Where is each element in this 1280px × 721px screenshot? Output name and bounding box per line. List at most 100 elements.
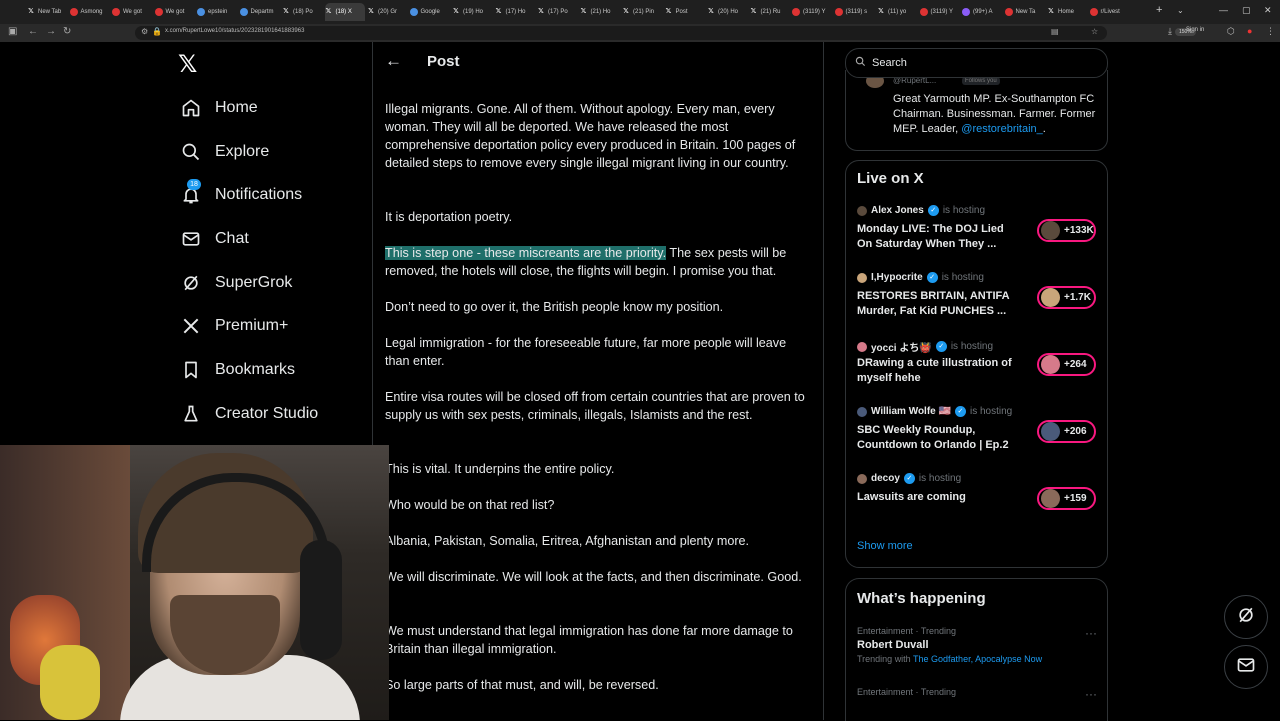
bio-link[interactable]: @restorebritain_ <box>961 123 1042 135</box>
bookmark-star-icon[interactable]: ☆ <box>1091 27 1098 36</box>
browser-tab[interactable]: 𝕏 (21) Ho <box>580 3 621 21</box>
tab-favicon-icon: 𝕏 <box>665 8 672 15</box>
profile-icon[interactable]: ● <box>1247 26 1252 36</box>
search-placeholder: Search <box>872 57 907 69</box>
avatar[interactable] <box>857 473 867 484</box>
browser-tab[interactable]: 𝕏 (18) X <box>324 3 365 21</box>
tab-favicon-icon <box>1004 8 1013 16</box>
screenshot-icon[interactable]: ▤ <box>1051 27 1059 36</box>
search-icon <box>855 56 866 70</box>
live-viewer-pill[interactable]: +206 <box>1037 420 1096 443</box>
viewer-count: +1.7K <box>1064 292 1091 303</box>
url-text[interactable]: x.com/RupertLowe10/status/20232819016418… <box>165 28 304 34</box>
search-icon <box>178 139 204 165</box>
nav-item-premium[interactable]: Premium+ <box>178 311 288 341</box>
extensions-icon[interactable]: ⬡ <box>1227 26 1235 37</box>
show-more-link[interactable]: Show more <box>857 540 913 552</box>
browser-tab[interactable]: Asmong <box>69 3 111 21</box>
browser-tab[interactable]: We got <box>112 3 153 21</box>
avatar[interactable] <box>857 205 867 216</box>
sign-in-button[interactable]: Sign in <box>1186 27 1204 33</box>
live-viewer-pill[interactable]: +133K <box>1037 219 1096 242</box>
back-nav-icon[interactable]: ← <box>28 26 38 37</box>
trend-with-links[interactable]: The Godfather, Apocalypse Now <box>913 654 1042 664</box>
browser-tab[interactable]: 𝕏 (21) Pin <box>622 3 663 21</box>
browser-tab[interactable]: r/Livest <box>1089 3 1131 21</box>
nav-item-notifications[interactable]: 18 Notifications <box>178 179 302 210</box>
more-dots-icon[interactable]: ··· <box>1085 626 1097 640</box>
browser-tab[interactable]: 𝕏 (18) Po <box>282 3 323 21</box>
browser-tab[interactable]: Departm <box>239 3 281 21</box>
browser-tab[interactable]: (3119) Y <box>792 3 833 21</box>
address-bar[interactable]: ⚙ 🔒 x.com/RupertLowe10/status/2023281901… <box>135 26 1196 40</box>
close-window-button[interactable]: ✕ <box>1264 5 1272 16</box>
nav-item-bookmarks[interactable]: Bookmarks <box>178 355 295 385</box>
live-item[interactable]: I,Hypocrite ✓ is hosting RESTORES BRITAIN, … <box>857 272 1097 332</box>
browser-tab[interactable]: epstein <box>197 3 238 21</box>
host-name[interactable]: Alex Jones <box>871 205 924 216</box>
nav-item-chat[interactable]: Chat <box>178 224 249 254</box>
host-name[interactable]: yocci よち👹 <box>871 339 932 354</box>
browser-tab[interactable]: (3119) s <box>834 3 876 21</box>
viewer-count: +206 <box>1064 426 1087 437</box>
site-info-icon[interactable]: ⚙ <box>141 27 148 36</box>
avatar[interactable] <box>857 272 867 283</box>
grok-fab-button[interactable] <box>1224 595 1268 639</box>
live-viewer-pill[interactable]: +264 <box>1037 353 1096 376</box>
browser-tab[interactable]: (3119) Y <box>919 3 961 21</box>
browser-tab[interactable]: 𝕏 (11) yo <box>877 3 918 21</box>
avatar[interactable] <box>857 341 867 352</box>
nav-item-home[interactable]: Home <box>178 93 258 123</box>
tab-list-dropdown-icon[interactable]: ⌄ <box>1177 6 1184 15</box>
browser-tab[interactable]: New Ta <box>1004 3 1046 21</box>
sidebar-toggle-icon[interactable]: ▣ <box>8 26 17 37</box>
nav-label-chat: Chat <box>215 230 249 247</box>
lock-icon: 🔒 <box>152 27 162 36</box>
verified-badge-icon: ✓ <box>935 341 947 352</box>
menu-dots-icon[interactable]: ⋮ <box>1266 26 1275 37</box>
downloads-icon[interactable]: ⤓ <box>1168 26 1172 37</box>
trend-item[interactable]: Entertainment · Trending Robert Duvall T… <box>857 626 1097 664</box>
tab-favicon-icon <box>962 8 970 16</box>
host-name[interactable]: decoy <box>871 473 900 484</box>
browser-tab[interactable]: 𝕏 (21) Ru <box>750 3 791 21</box>
forward-nav-icon[interactable]: → <box>46 26 56 37</box>
search-input[interactable]: Search <box>845 48 1108 78</box>
nav-item-explore[interactable]: Explore <box>178 137 269 167</box>
live-item[interactable]: Alex Jones ✓ is hosting Monday LIVE: The DO… <box>857 205 1097 265</box>
browser-tab[interactable]: 𝕏 Post <box>665 3 706 21</box>
browser-tab[interactable]: (99+) A <box>962 3 1003 21</box>
avatar[interactable] <box>857 406 867 417</box>
more-dots-icon[interactable]: ··· <box>1085 687 1097 701</box>
host-row: yocci よち👹 ✓ is hosting <box>857 339 993 354</box>
browser-tab[interactable]: 𝕏 (20) Gr <box>367 3 408 21</box>
browser-tab[interactable]: 𝕏 (17) Ho <box>495 3 536 21</box>
browser-tab[interactable]: Google <box>409 3 451 21</box>
verified-badge-icon: ✓ <box>954 406 966 417</box>
live-item[interactable]: yocci よち👹 ✓ is hosting DRawing a cute illus… <box>857 339 1097 399</box>
live-viewer-pill[interactable]: +159 <box>1037 487 1096 510</box>
live-item[interactable]: William Wolfe 🇺🇸 ✓ is hosting SBC Weekly Ro… <box>857 406 1097 466</box>
maximize-button[interactable]: ▢ <box>1242 5 1251 16</box>
nav-item-creator-studio[interactable]: Creator Studio <box>178 399 318 429</box>
x-logo[interactable]: 𝕏 <box>178 50 197 79</box>
browser-tab[interactable]: 𝕏 (19) Ho <box>452 3 493 21</box>
tab-favicon-icon <box>197 8 205 16</box>
nav-item-supergrok[interactable]: SuperGrok <box>178 268 292 298</box>
minimize-button[interactable]: — <box>1219 5 1228 15</box>
reload-icon[interactable]: ↻ <box>63 26 71 37</box>
tab-label: (21) Ho <box>590 9 611 15</box>
live-item[interactable]: decoy ✓ is hosting Lawsuits are coming +159 <box>857 473 1097 533</box>
browser-tab[interactable]: 𝕏 Home <box>1047 3 1088 21</box>
browser-tab[interactable]: 𝕏 New Tab <box>27 3 68 21</box>
trend-item[interactable]: Entertainment · Trending ··· <box>857 687 1097 701</box>
browser-tab[interactable]: 𝕏 (20) Ho <box>707 3 748 21</box>
live-viewer-pill[interactable]: +1.7K <box>1037 286 1096 309</box>
back-arrow-icon[interactable]: ← <box>385 51 402 71</box>
messages-fab-button[interactable] <box>1224 645 1268 689</box>
new-tab-button[interactable]: + <box>1156 4 1162 16</box>
browser-tab[interactable]: We got <box>154 3 196 21</box>
browser-tab[interactable]: 𝕏 (17) Po <box>537 3 578 21</box>
host-name[interactable]: William Wolfe 🇺🇸 <box>871 406 951 417</box>
host-name[interactable]: I,Hypocrite <box>871 272 923 283</box>
